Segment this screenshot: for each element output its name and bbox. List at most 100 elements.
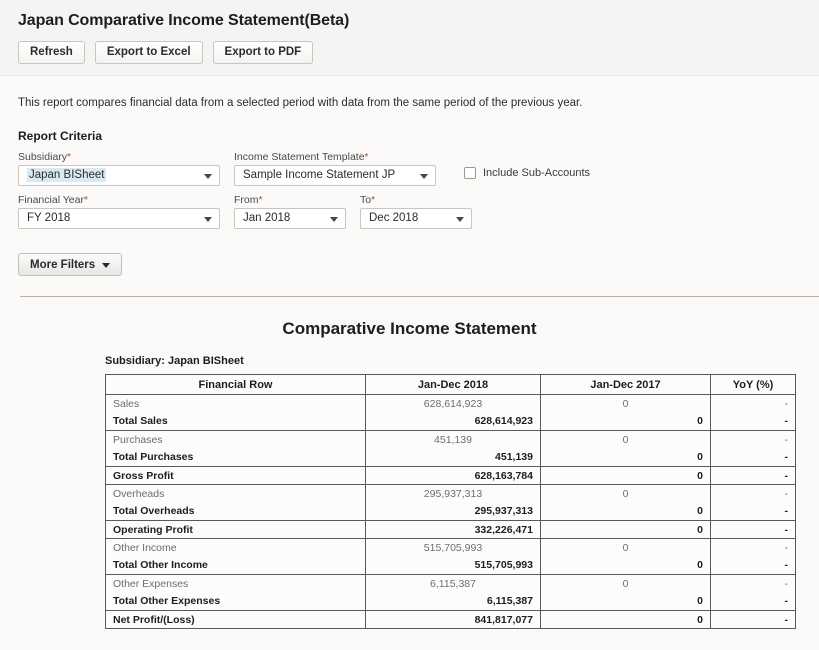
table-row: Sales 628,614,923 0- — [105, 394, 796, 413]
from-label-text: From — [234, 194, 259, 206]
required-marker: * — [83, 195, 88, 206]
subsidiary-label: Subsidiary* — [18, 151, 220, 163]
to-label: To* — [360, 194, 472, 206]
chevron-down-icon — [204, 173, 212, 179]
financial-year-select[interactable]: FY 2018 — [18, 208, 220, 229]
required-marker: * — [364, 152, 369, 163]
row-current-period-value: 6,115,387 — [365, 574, 541, 593]
row-label: Total Other Income — [105, 556, 366, 575]
comparative-income-statement-table: Financial Row Jan-Dec 2018 Jan-Dec 2017 … — [105, 374, 796, 629]
export-pdf-button[interactable]: Export to PDF — [212, 41, 314, 64]
toolbar-button-group: Refresh Export to Excel Export to PDF — [18, 41, 819, 64]
table-row: Other Income 515,705,993 0- — [105, 538, 796, 557]
row-label: Gross Profit — [105, 466, 366, 485]
report-criteria-heading: Report Criteria — [18, 129, 103, 143]
row-current-period-value: 295,937,313 — [365, 484, 541, 503]
row-yoy-value: - — [710, 430, 796, 449]
row-yoy-value: - — [710, 520, 796, 539]
chevron-down-icon — [330, 216, 338, 222]
row-current-period-value: 841,817,077 — [365, 610, 541, 629]
table-row: Total Overheads 295,937,313 0- — [105, 502, 796, 521]
page-title: Japan Comparative Income Statement(Beta) — [18, 12, 350, 29]
subsidiary-field: Subsidiary* Japan BISheet — [18, 151, 220, 186]
more-filters-button[interactable]: More Filters — [18, 253, 123, 276]
income-statement-template-select[interactable]: Sample Income Statement JP — [234, 165, 436, 186]
from-period-select[interactable]: Jan 2018 — [234, 208, 346, 229]
row-label: Other Expenses — [105, 574, 366, 593]
criteria-row-2: Financial Year* FY 2018 From* Jan 2018 T… — [18, 194, 819, 229]
row-yoy-value: - — [710, 484, 796, 503]
table-header-row: Financial Row Jan-Dec 2018 Jan-Dec 2017 … — [105, 374, 796, 395]
from-value: Jan 2018 — [243, 212, 291, 224]
table-row: Total Other Expenses 6,115,387 0- — [105, 592, 796, 611]
row-label: Other Income — [105, 538, 366, 557]
report-subsidiary-line: Subsidiary: Japan BISheet — [105, 355, 244, 367]
report-criteria-section: Report Criteria Subsidiary* Japan BIShee… — [18, 129, 819, 229]
row-yoy-value: - — [710, 538, 796, 557]
row-current-period-value: 295,937,313 — [365, 502, 541, 521]
subsidiary-select[interactable]: Japan BISheet — [18, 165, 220, 186]
row-previous-period-value: 0 — [540, 430, 711, 449]
row-previous-period-value: 0 — [540, 556, 711, 575]
row-yoy-value: - — [710, 556, 796, 575]
financial-year-value: FY 2018 — [27, 212, 71, 224]
row-yoy-value: - — [710, 466, 796, 485]
row-previous-period-value: 0 — [540, 412, 711, 431]
chevron-down-icon — [102, 262, 111, 268]
top-toolbar: Japan Comparative Income Statement(Beta)… — [0, 0, 819, 76]
table-row: Other Expenses 6,115,387 0- — [105, 574, 796, 593]
table-row: Overheads 295,937,313 0- — [105, 484, 796, 503]
column-header-current-period: Jan-Dec 2018 — [365, 374, 541, 395]
row-previous-period-value: 0 — [540, 394, 711, 413]
row-label: Sales — [105, 394, 366, 413]
row-label: Total Sales — [105, 412, 366, 431]
row-current-period-value: 515,705,993 — [365, 556, 541, 575]
row-current-period-value: 628,614,923 — [365, 412, 541, 431]
more-filters-label: More Filters — [30, 258, 96, 271]
row-current-period-value: 515,705,993 — [365, 538, 541, 557]
report-output: Comparative Income Statement Subsidiary:… — [0, 319, 819, 629]
row-previous-period-value: 0 — [540, 466, 711, 485]
row-label: Purchases — [105, 430, 366, 449]
row-yoy-value: - — [710, 394, 796, 413]
column-header-yoy: YoY (%) — [710, 374, 796, 395]
table-row: Total Other Income 515,705,993 0- — [105, 556, 796, 575]
required-marker: * — [371, 195, 375, 206]
include-sub-accounts-checkbox[interactable] — [464, 167, 476, 179]
template-field: Income Statement Template* Sample Income… — [234, 151, 436, 186]
table-row: Total Sales 628,614,923 0- — [105, 412, 796, 431]
include-sub-accounts-group: Include Sub-Accounts — [464, 167, 590, 179]
criteria-row-1: Subsidiary* Japan BISheet Income Stateme… — [18, 151, 819, 186]
chevron-down-icon — [456, 216, 464, 222]
table-row: Total Purchases 451,139 0- — [105, 448, 796, 467]
to-period-select[interactable]: Dec 2018 — [360, 208, 472, 229]
template-label-text: Income Statement Template — [234, 151, 365, 163]
row-current-period-value: 332,226,471 — [365, 520, 541, 539]
row-previous-period-value: 0 — [540, 592, 711, 611]
report-title: Comparative Income Statement — [282, 319, 537, 338]
row-label: Operating Profit — [105, 520, 366, 539]
financial-year-field: Financial Year* FY 2018 — [18, 194, 220, 229]
row-previous-period-value: 0 — [540, 520, 711, 539]
required-marker: * — [258, 195, 263, 206]
table-row: Purchases 451,139 0- — [105, 430, 796, 449]
row-current-period-value: 628,163,784 — [365, 466, 541, 485]
row-label: Overheads — [105, 484, 366, 503]
from-label: From* — [234, 194, 346, 206]
table-header: Financial Row Jan-Dec 2018 Jan-Dec 2017 … — [105, 374, 796, 395]
template-label: Income Statement Template* — [234, 151, 436, 163]
column-header-financial-row: Financial Row — [105, 374, 366, 395]
row-yoy-value: - — [710, 448, 796, 467]
report-description: This report compares financial data from… — [18, 97, 583, 109]
table-row: Net Profit/(Loss) 841,817,077 0- — [105, 610, 796, 629]
include-sub-accounts-label: Include Sub-Accounts — [483, 167, 591, 179]
financial-year-label: Financial Year* — [18, 194, 220, 206]
subsidiary-value: Japan BISheet — [27, 168, 107, 182]
row-label: Total Purchases — [105, 448, 366, 467]
refresh-button[interactable]: Refresh — [18, 41, 85, 64]
to-label-text: To — [360, 194, 372, 206]
chevron-down-icon — [420, 173, 428, 179]
row-previous-period-value: 0 — [540, 574, 711, 593]
to-field: To* Dec 2018 — [360, 194, 472, 229]
export-excel-button[interactable]: Export to Excel — [94, 41, 203, 64]
